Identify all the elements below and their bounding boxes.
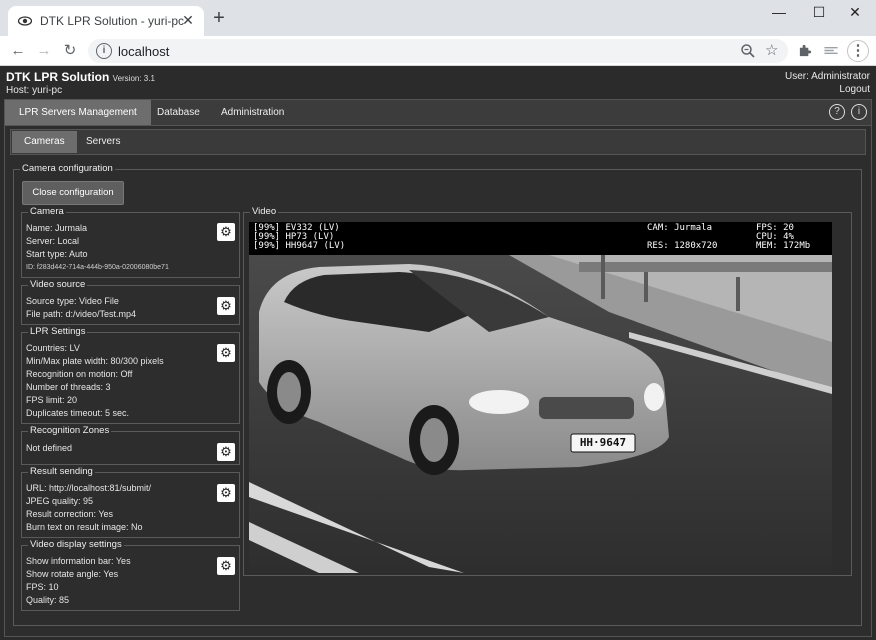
url-text[interactable]: localhost	[118, 44, 169, 59]
tab-close-icon[interactable]: ✕	[180, 12, 196, 28]
back-arrow-icon[interactable]: ←	[8, 41, 28, 61]
close-configuration-button[interactable]: Close configuration	[22, 181, 124, 205]
display-info-bar: Show information bar: Yes	[26, 556, 131, 566]
extensions-puzzle-icon[interactable]	[798, 43, 813, 58]
lpr-duplicates-timeout: Duplicates timeout: 5 sec.	[26, 408, 130, 418]
info-res: RES: 1280x720	[647, 241, 718, 251]
camera-configuration-legend: Camera configuration	[20, 163, 115, 174]
video-source-gear-icon[interactable]: ⚙	[217, 297, 235, 315]
recognition-zones-legend: Recognition Zones	[28, 425, 112, 436]
result-jpeg-quality: JPEG quality: 95	[26, 496, 94, 506]
video-source-fieldset: Video source Source type: Video File Fil…	[21, 279, 240, 325]
info-mem: MEM: 172Mb	[756, 241, 811, 251]
lpr-countries: Countries: LV	[26, 343, 80, 353]
lpr-threads: Number of threads: 3	[26, 382, 111, 392]
result-sending-legend: Result sending	[28, 466, 95, 477]
zoom-icon[interactable]	[740, 43, 756, 59]
result-sending-gear-icon[interactable]: ⚙	[217, 484, 235, 502]
plate-result-3: [99%] HH9647 (LV)	[253, 241, 346, 251]
camera-server: Server: Local	[26, 236, 80, 246]
tab-database[interactable]: Database	[143, 100, 214, 125]
minimize-button[interactable]: —	[764, 4, 794, 22]
media-controls-icon[interactable]	[823, 43, 839, 58]
browser-tab[interactable]: DTK LPR Solution - yuri-pc ✕	[8, 6, 204, 36]
info-cam: CAM: Jurmala	[647, 223, 713, 233]
camera-legend: Camera	[28, 206, 66, 217]
logout-link[interactable]: Logout	[839, 84, 870, 95]
result-correction: Result correction: Yes	[26, 509, 114, 519]
video-source-legend: Video source	[28, 279, 88, 290]
display-rotate-angle: Show rotate angle: Yes	[26, 569, 119, 579]
site-info-icon[interactable]: i	[96, 43, 112, 59]
maximize-button[interactable]: ☐	[804, 4, 834, 22]
lpr-plate-width: Min/Max plate width: 80/300 pixels	[26, 356, 164, 366]
video-legend: Video	[250, 206, 279, 217]
result-burn-text: Burn text on result image: No	[26, 522, 143, 532]
camera-id: ID: f283d442-714a-444b-950a-02006080be71	[26, 264, 169, 271]
help-icon[interactable]: ?	[829, 104, 845, 120]
eye-icon	[18, 16, 32, 26]
video-fieldset: Video HH·9647 [99%] EV332 (LV) [99%] HP7…	[243, 206, 852, 576]
tab-title: DTK LPR Solution - yuri-pc	[40, 14, 185, 28]
camera-fieldset: Camera Name: Jurmala Server: Local Start…	[21, 206, 240, 278]
app-title: DTK LPR Solution Version: 3.1	[6, 70, 155, 84]
address-bar[interactable]: i localhost ☆	[88, 39, 788, 63]
tab-servers[interactable]: Servers	[74, 131, 132, 153]
lpr-settings-fieldset: LPR Settings Countries: LV Min/Max plate…	[21, 326, 240, 424]
tab-lpr-servers-management[interactable]: LPR Servers Management	[5, 100, 151, 125]
bookmark-star-icon[interactable]: ☆	[765, 41, 781, 59]
new-tab-button[interactable]: +	[209, 8, 229, 29]
recognition-zones-value: Not defined	[26, 443, 73, 453]
video-info-bar: [99%] EV332 (LV) [99%] HP73 (LV) [99%] H…	[249, 222, 832, 255]
forward-arrow-icon[interactable]: →	[34, 41, 54, 61]
display-fps: FPS: 10	[26, 582, 59, 592]
browser-tabstrip: DTK LPR Solution - yuri-pc ✕ + — ☐ ✕	[0, 0, 876, 36]
video-source-type: Source type: Video File	[26, 296, 119, 306]
result-url: URL: http://localhost:81/submit/	[26, 483, 152, 493]
camera-name: Name: Jurmala	[26, 223, 88, 233]
camera-scene	[249, 255, 832, 573]
app-root: DTK LPR Solution Version: 3.1 Host: yuri…	[0, 66, 876, 640]
display-quality: Quality: 85	[26, 595, 70, 605]
lpr-settings-gear-icon[interactable]: ⚙	[217, 344, 235, 362]
app-version: Version: 3.1	[112, 74, 155, 83]
app-name: DTK LPR Solution	[6, 70, 110, 84]
video-display-fieldset: Video display settings Show information …	[21, 539, 240, 611]
browser-menu-icon[interactable]: ⋮	[847, 40, 869, 62]
tab-administration[interactable]: Administration	[207, 100, 298, 125]
lpr-fps-limit: FPS limit: 20	[26, 395, 78, 405]
close-window-button[interactable]: ✕	[840, 4, 870, 22]
tab-cameras[interactable]: Cameras	[12, 131, 77, 153]
recognition-zones-gear-icon[interactable]: ⚙	[217, 443, 235, 461]
result-sending-fieldset: Result sending URL: http://localhost:81/…	[21, 466, 240, 538]
video-display-gear-icon[interactable]: ⚙	[217, 557, 235, 575]
video-stream[interactable]: HH·9647 [99%] EV332 (LV) [99%] HP73 (LV)…	[249, 222, 832, 573]
about-info-icon[interactable]: i	[851, 104, 867, 120]
sub-tabs: Cameras Servers	[10, 129, 866, 155]
main-tabs: LPR Servers Management Database Administ…	[5, 100, 871, 126]
host-label: Host: yuri-pc	[6, 85, 63, 96]
camera-settings-gear-icon[interactable]: ⚙	[217, 223, 235, 241]
video-display-legend: Video display settings	[28, 539, 124, 550]
browser-toolbar: ← → ↻ i localhost ☆ ⋮	[0, 36, 876, 66]
video-file-path: File path: d:/video/Test.mp4	[26, 309, 137, 319]
user-label: User: Administrator	[784, 71, 870, 82]
camera-start-type: Start type: Auto	[26, 249, 88, 259]
lpr-recognition-motion: Recognition on motion: Off	[26, 369, 133, 379]
lpr-settings-legend: LPR Settings	[28, 326, 88, 337]
recognition-zones-fieldset: Recognition Zones Not defined ⚙	[21, 425, 240, 465]
reload-icon[interactable]: ↻	[60, 41, 80, 61]
license-plate-text: HH·9647	[579, 436, 627, 449]
